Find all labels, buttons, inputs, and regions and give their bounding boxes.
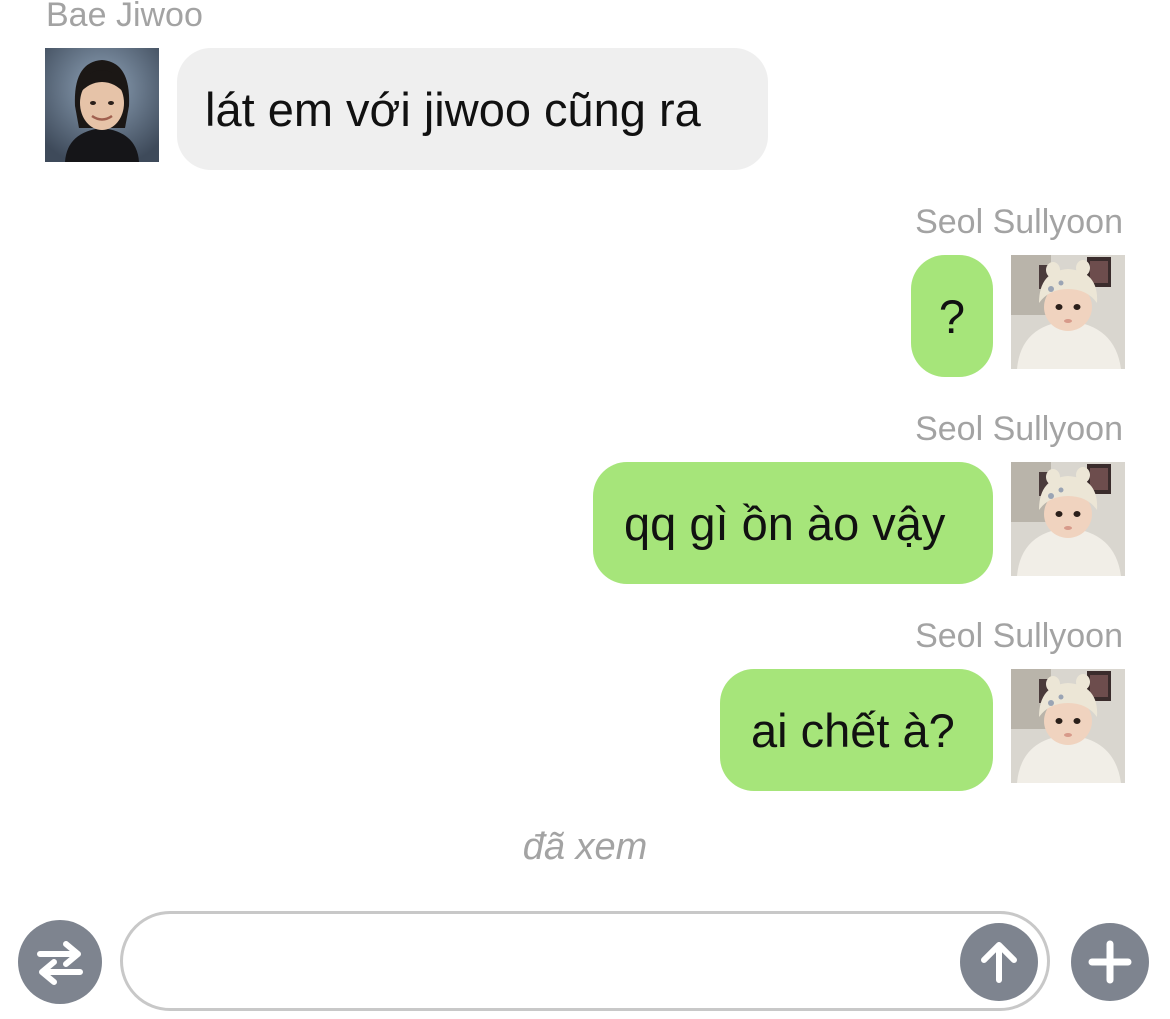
avatar-photo — [1011, 669, 1125, 783]
message-bubble-outgoing[interactable]: ai chết à? — [720, 669, 993, 791]
message-input[interactable] — [157, 936, 951, 988]
send-button[interactable] — [960, 923, 1038, 1001]
message-text: ? — [938, 289, 966, 343]
message-text: ai chết à? — [751, 703, 955, 757]
avatar-photo — [1011, 255, 1125, 369]
switch-button[interactable] — [18, 920, 102, 1004]
add-button[interactable] — [1071, 923, 1149, 1001]
avatar-photo — [1011, 462, 1125, 576]
avatar-seol-sullyoon[interactable] — [1011, 255, 1125, 369]
message-text: qq gì ồn ào vậy — [624, 496, 946, 550]
message-bubble-incoming[interactable]: lát em với jiwoo cũng ra — [177, 48, 768, 170]
message-input-container[interactable] — [120, 911, 1050, 1011]
avatar-seol-sullyoon[interactable] — [1011, 462, 1125, 576]
sender-name: Bae Jiwoo — [46, 0, 203, 34]
plus-icon — [1088, 940, 1132, 984]
message-bubble-outgoing[interactable]: qq gì ồn ào vậy — [593, 462, 993, 584]
message-text: lát em với jiwoo cũng ra — [205, 82, 701, 136]
avatar-bae-jiwoo[interactable] — [45, 48, 159, 162]
swap-arrows-icon — [37, 941, 83, 985]
read-receipt: đã xem — [522, 826, 648, 868]
arrow-up-icon — [981, 942, 1017, 983]
sender-name: Seol Sullyoon — [915, 203, 1123, 241]
sender-name: Seol Sullyoon — [915, 410, 1123, 448]
message-bubble-outgoing[interactable]: ? — [911, 255, 993, 377]
avatar-seol-sullyoon[interactable] — [1011, 669, 1125, 783]
avatar-photo — [45, 48, 159, 162]
sender-name: Seol Sullyoon — [915, 617, 1123, 655]
